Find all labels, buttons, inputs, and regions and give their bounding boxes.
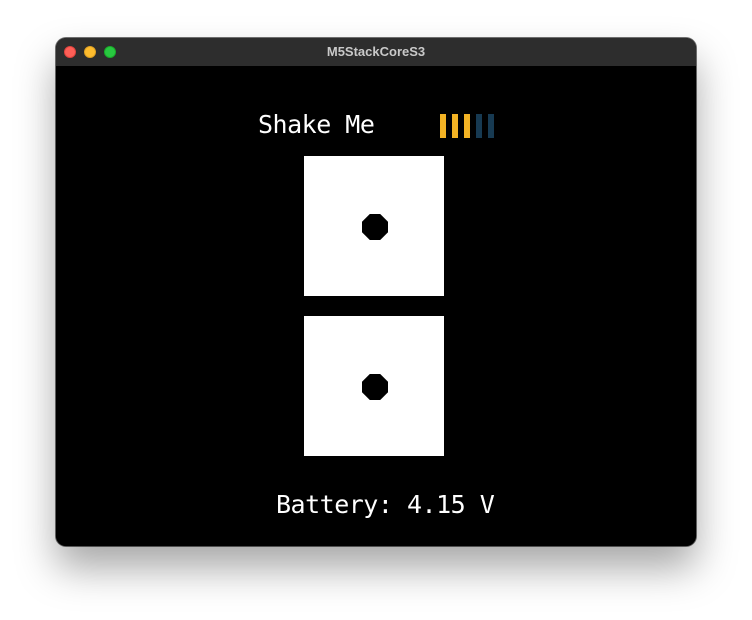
device-screen[interactable]: Shake Me Battery: 4.15 V — [56, 66, 696, 546]
shake-meter — [440, 114, 500, 138]
meter-bar-filled — [464, 114, 470, 138]
meter-bar-empty — [488, 114, 494, 138]
die-pip — [362, 374, 388, 400]
app-window: M5StackCoreS3 Shake Me Battery: 4.15 V — [56, 38, 696, 546]
battery-readout: Battery: 4.15 V — [276, 490, 495, 519]
die-pip — [362, 214, 388, 240]
title-bar[interactable]: M5StackCoreS3 — [56, 38, 696, 67]
die-1 — [304, 156, 444, 296]
meter-bar-filled — [452, 114, 458, 138]
window-title: M5StackCoreS3 — [326, 44, 426, 59]
meter-bar-filled — [440, 114, 446, 138]
shake-me-heading: Shake Me — [258, 110, 375, 139]
meter-bar-empty — [476, 114, 482, 138]
die-2 — [304, 316, 444, 456]
